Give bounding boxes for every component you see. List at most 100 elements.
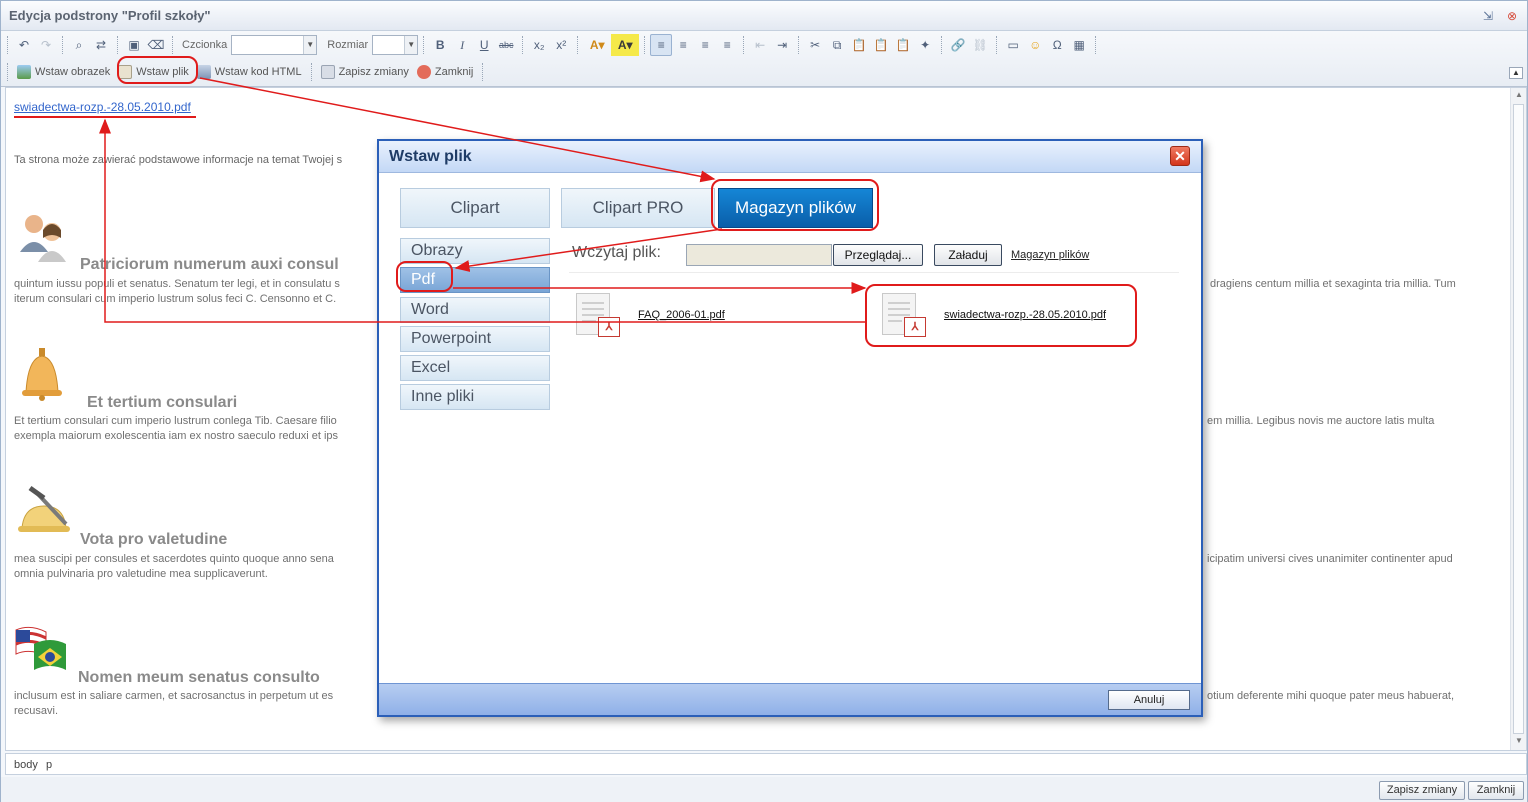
emoticon-icon[interactable]: ☺: [1024, 34, 1046, 56]
annotation-underline: [14, 116, 196, 118]
bottom-close-button[interactable]: Zamknij: [1468, 781, 1524, 800]
toolbar-separator: [172, 36, 173, 54]
toolbar-grip: [7, 63, 8, 81]
file-name[interactable]: FAQ_2006-01.pdf: [638, 309, 725, 321]
file-storage-link[interactable]: Magazyn plików: [1011, 249, 1089, 261]
toolbar-separator: [577, 36, 579, 54]
align-justify-icon[interactable]: ≡: [716, 34, 738, 56]
font-select-value: [232, 36, 303, 54]
insert-image-button[interactable]: Wstaw obrazek: [13, 61, 114, 83]
cut-icon[interactable]: ✂: [804, 34, 826, 56]
toolbar-separator: [743, 36, 745, 54]
dialog-close-icon[interactable]: ✕: [1170, 146, 1190, 166]
section-text: Et tertium consulari cum imperio lustrum…: [14, 415, 337, 427]
chevron-down-icon: ▼: [303, 36, 317, 54]
font-select[interactable]: ▼: [231, 35, 318, 55]
tab-clipart-pro[interactable]: Clipart PRO: [561, 188, 715, 228]
toolbar-row-insert: Wstaw obrazek Wstaw plik Wstaw kod HTML …: [7, 59, 488, 85]
scrollbar-thumb[interactable]: [1513, 104, 1524, 734]
save-changes-button[interactable]: Zapisz zmiany: [317, 61, 413, 83]
dialog-footer: Anuluj: [379, 683, 1201, 715]
path-body[interactable]: body: [14, 759, 38, 771]
copy-icon[interactable]: ⧉: [826, 34, 848, 56]
insert-html-button[interactable]: Wstaw kod HTML: [193, 61, 306, 83]
save-changes-label: Zapisz zmiany: [338, 66, 409, 78]
restore-icon[interactable]: ⇲: [1481, 9, 1495, 23]
close-button[interactable]: Zamknij: [413, 61, 478, 83]
category-powerpoint[interactable]: Powerpoint: [400, 326, 550, 352]
window-title: Edycja podstrony "Profil szkoły": [9, 8, 211, 23]
scroll-up-icon[interactable]: ▲: [1511, 90, 1526, 104]
category-other-files[interactable]: Inne pliki: [400, 384, 550, 410]
subscript-icon[interactable]: x₂: [528, 34, 550, 56]
remove-link-icon[interactable]: ⛓: [969, 34, 991, 56]
toolbar-separator: [941, 36, 943, 54]
undo-icon[interactable]: ↶: [13, 34, 35, 56]
category-excel[interactable]: Excel: [400, 355, 550, 381]
cleanup-icon[interactable]: ✦: [914, 34, 936, 56]
close-label: Zamknij: [434, 66, 474, 78]
tab-clipart[interactable]: Clipart: [400, 188, 550, 228]
insert-link-icon[interactable]: 🔗: [947, 34, 969, 56]
upload-label: Wczytaj plik:: [572, 244, 661, 261]
select-all-icon[interactable]: ▣: [123, 34, 145, 56]
close-window-icon[interactable]: ⊗: [1505, 9, 1519, 23]
align-center-icon[interactable]: ≡: [672, 34, 694, 56]
toolbar-separator: [62, 36, 63, 54]
close-icon: [416, 65, 431, 79]
editor-scrollbar[interactable]: ▲ ▼: [1510, 88, 1526, 750]
cancel-button[interactable]: Anuluj: [1108, 690, 1190, 710]
pdf-icon: ⅄: [598, 317, 620, 337]
section-title: Vota pro valetudine: [80, 531, 228, 548]
size-select[interactable]: ▼: [372, 35, 419, 55]
italic-icon[interactable]: I: [451, 34, 473, 56]
size-label: Rozmiar: [327, 39, 369, 51]
toolbar-row-formatting: ↶ ↷ ⌕ ⇄ ▣ ⌫ Czcionka ▼ Rozmiar ▼ B I U a…: [7, 32, 1101, 58]
dialog-title: Wstaw plik: [389, 148, 472, 165]
highlight-insert-file: [117, 56, 198, 84]
collapse-toolbar-icon[interactable]: ▲: [1509, 67, 1523, 79]
eraser-icon[interactable]: ⌫: [145, 34, 167, 56]
find-icon[interactable]: ⌕: [68, 34, 90, 56]
upload-file-input[interactable]: [686, 244, 832, 266]
toolbar-separator: [644, 36, 646, 54]
insert-html-label: Wstaw kod HTML: [214, 66, 302, 78]
html-icon: [196, 65, 211, 79]
paste-text-icon[interactable]: 📋: [892, 34, 914, 56]
inserted-file-link[interactable]: swiadectwa-rozp.-28.05.2010.pdf: [14, 100, 191, 114]
flags-icon: [15, 626, 66, 670]
intro-text: Ta strona może zawierać podstawowe infor…: [14, 154, 343, 166]
bottom-bar: Zapisz zmiany Zamknij: [1, 777, 1527, 802]
scroll-down-icon[interactable]: ▼: [1511, 736, 1526, 750]
paste-icon[interactable]: 📋: [848, 34, 870, 56]
browse-button[interactable]: Przeglądaj...: [833, 244, 923, 266]
font-label: Czcionka: [182, 39, 228, 51]
highlight-color-icon[interactable]: A▾: [611, 34, 640, 56]
path-p[interactable]: p: [46, 759, 52, 771]
outdent-icon[interactable]: ⇤: [749, 34, 771, 56]
strikethrough-icon[interactable]: abc: [495, 34, 517, 56]
replace-icon[interactable]: ⇄: [90, 34, 112, 56]
special-char-icon[interactable]: Ω: [1046, 34, 1068, 56]
category-word[interactable]: Word: [400, 297, 550, 323]
text-color-icon[interactable]: A▾: [583, 34, 611, 56]
paste-word-icon[interactable]: 📋: [870, 34, 892, 56]
underline-icon[interactable]: U: [473, 34, 495, 56]
upload-button[interactable]: Załaduj: [934, 244, 1002, 266]
toolbar-separator: [482, 63, 484, 81]
file-item[interactable]: ⅄ FAQ_2006-01.pdf: [576, 293, 756, 341]
element-path-bar: body p: [5, 753, 1527, 775]
bold-icon[interactable]: B: [429, 34, 451, 56]
dialog-title-bar: Wstaw plik ✕: [379, 141, 1201, 173]
toolbar-separator: [310, 63, 312, 81]
superscript-icon[interactable]: x²: [550, 34, 572, 56]
section-text: otium deferente mihi quoque pater meus h…: [1207, 690, 1455, 702]
table-icon[interactable]: ▦: [1068, 34, 1090, 56]
indent-icon[interactable]: ⇥: [771, 34, 793, 56]
bottom-save-button[interactable]: Zapisz zmiany: [1379, 781, 1465, 800]
toolbar-separator: [522, 36, 524, 54]
align-right-icon[interactable]: ≡: [694, 34, 716, 56]
horizontal-rule-icon[interactable]: ▭: [1002, 34, 1024, 56]
align-left-icon[interactable]: ≡: [650, 34, 673, 56]
redo-icon[interactable]: ↷: [35, 34, 57, 56]
